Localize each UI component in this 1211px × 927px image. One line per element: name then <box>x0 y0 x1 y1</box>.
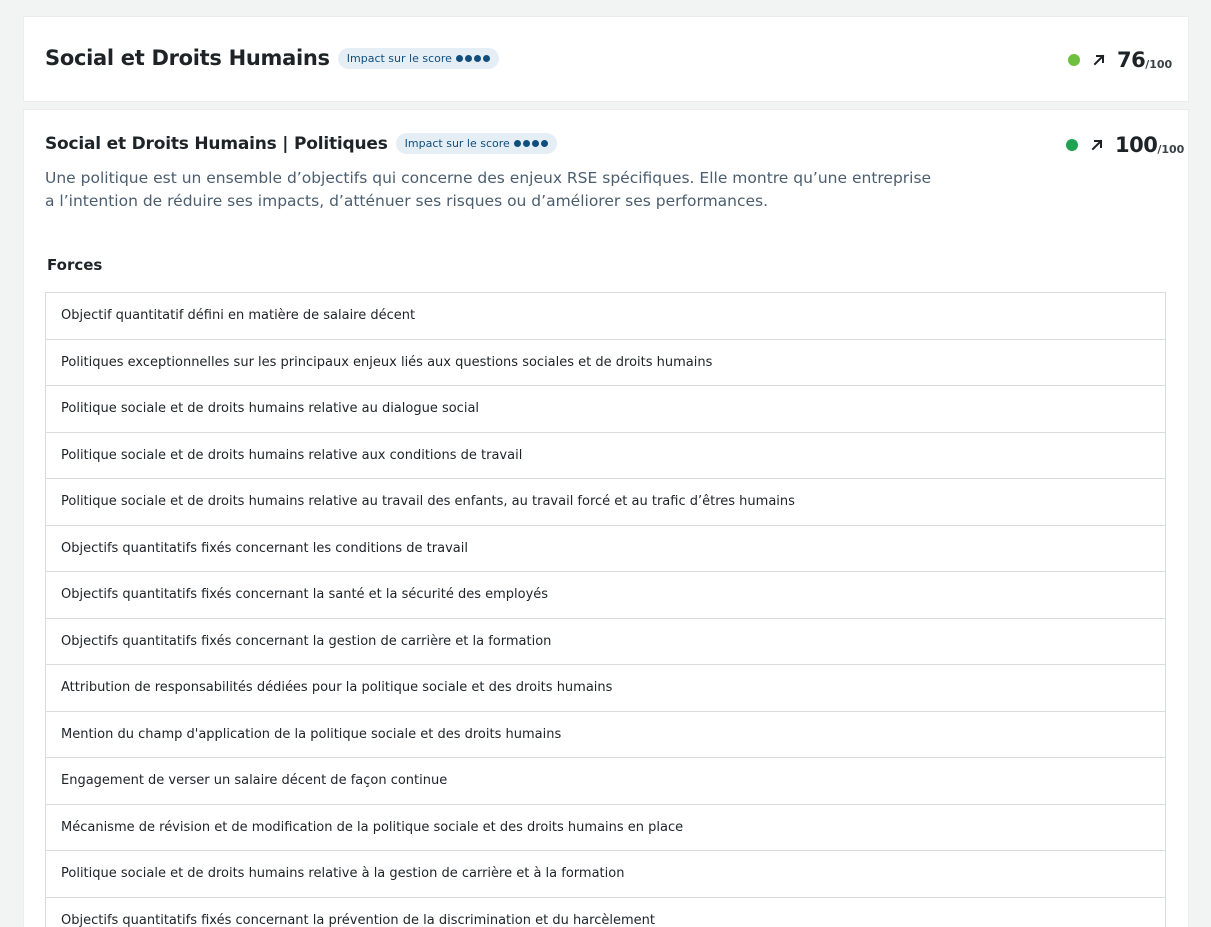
forces-list: Objectif quantitatif défini en matière d… <box>45 292 1166 927</box>
impact-dot <box>531 140 539 147</box>
forces-item: Politique sociale et de droits humains r… <box>45 851 1166 898</box>
forces-item: Politique sociale et de droits humains r… <box>45 432 1166 479</box>
impact-badge-label: Impact sur le score <box>404 137 510 150</box>
status-dot <box>1066 139 1078 151</box>
subsection-header: Social et Droits Humains | Politiques Im… <box>45 133 557 154</box>
impact-dot <box>473 54 481 62</box>
arrow-up-right-icon <box>1091 139 1103 151</box>
forces-item: Objectifs quantitatifs fixés concernant … <box>45 618 1166 665</box>
impact-level-dots <box>513 140 548 147</box>
score-max: /100 <box>1145 57 1173 71</box>
score-value: 76 <box>1117 48 1146 72</box>
arrow-up-right-icon <box>1093 54 1105 66</box>
forces-item: Politique sociale et de droits humains r… <box>45 479 1166 526</box>
forces-item: Objectifs quantitatifs fixés concernant … <box>45 897 1166 927</box>
impact-dot <box>482 54 490 62</box>
forces-item: Mécanisme de révision et de modification… <box>45 804 1166 851</box>
impact-badge: Impact sur le score <box>395 133 557 154</box>
subsection-score: 100 /100 <box>1066 133 1184 157</box>
forces-item: Mention du champ d'application de la pol… <box>45 711 1166 758</box>
section-score: 76 /100 <box>1068 48 1172 72</box>
impact-dot <box>540 140 548 147</box>
forces-item: Engagement de verser un salaire décent d… <box>45 758 1166 805</box>
page: Social et Droits Humains Impact sur le s… <box>0 0 1211 927</box>
impact-dot <box>455 54 463 62</box>
impact-dot <box>513 140 521 147</box>
forces-item: Objectifs quantitatifs fixés concernant … <box>45 572 1166 619</box>
section-title: Social et Droits Humains <box>45 46 330 70</box>
forces-heading: Forces <box>47 256 103 274</box>
impact-level-dots <box>455 54 490 62</box>
score-max: /100 <box>1157 142 1185 156</box>
score-value: 100 <box>1115 133 1158 157</box>
subsection-title: Social et Droits Humains | Politiques <box>45 133 388 154</box>
impact-badge: Impact sur le score <box>337 47 499 69</box>
subsection-description: Une politique est un ensemble d’objectif… <box>45 169 932 210</box>
forces-item: Objectifs quantitatifs fixés concernant … <box>45 525 1166 572</box>
forces-item: Politiques exceptionnelles sur les princ… <box>45 339 1166 386</box>
status-dot <box>1068 54 1080 66</box>
impact-badge-label: Impact sur le score <box>346 51 452 65</box>
forces-item: Attribution de responsabilités dédiées p… <box>45 665 1166 712</box>
impact-dot <box>522 140 530 147</box>
forces-item: Objectif quantitatif défini en matière d… <box>45 293 1166 340</box>
section-header: Social et Droits Humains Impact sur le s… <box>45 46 499 70</box>
impact-dot <box>464 54 472 62</box>
forces-item: Politique sociale et de droits humains r… <box>45 386 1166 433</box>
